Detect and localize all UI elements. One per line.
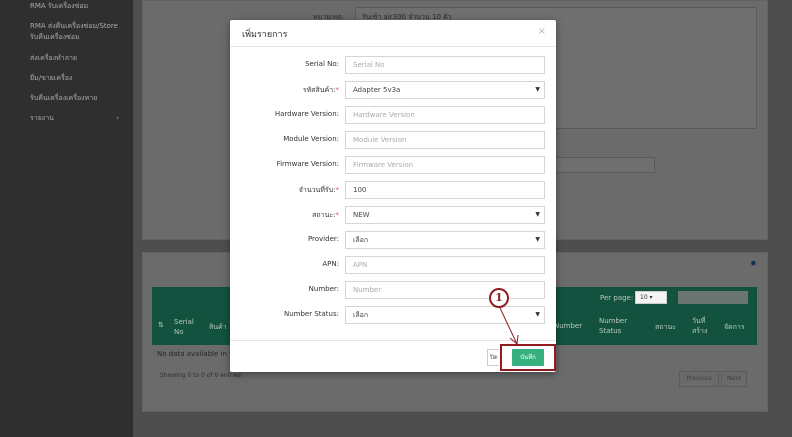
arrow-line xyxy=(499,307,518,345)
arrow-head xyxy=(509,334,519,345)
annotation-arrow xyxy=(499,307,519,345)
